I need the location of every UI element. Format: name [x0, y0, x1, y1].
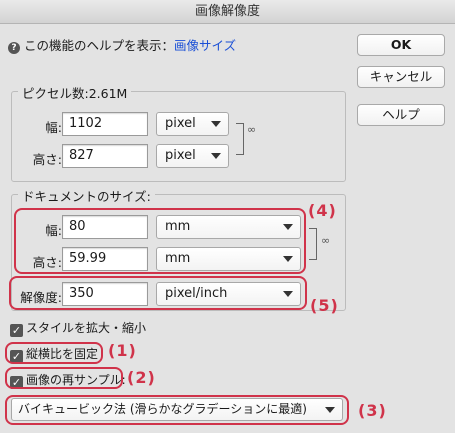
annotation-box-3	[5, 395, 349, 425]
chain-link-icon: ∞	[247, 123, 257, 136]
pixel-width-unit-value: pixel	[165, 116, 196, 131]
pixel-width-unit-select[interactable]: pixel	[156, 112, 229, 136]
help-link[interactable]: 画像サイズ	[174, 38, 236, 53]
chevron-down-icon	[211, 153, 221, 159]
chain-link-icon: ∞	[321, 234, 331, 247]
window-title: 画像解像度	[0, 0, 455, 24]
pixel-height-unit-select[interactable]: pixel	[156, 144, 229, 168]
pixel-dimensions-legend: ピクセル数:2.61M	[18, 83, 132, 102]
annotation-label-5: (5)	[310, 296, 339, 315]
ok-button[interactable]: OK	[357, 34, 445, 56]
help-row: ? この機能のヘルプを表示：画像サイズ	[8, 35, 236, 54]
annotation-label-3: (3)	[358, 401, 387, 420]
pixel-width-input[interactable]: 1102	[62, 112, 148, 136]
annotation-label-2: (2)	[127, 368, 156, 387]
pixel-height-unit-value: pixel	[165, 148, 196, 163]
scale-styles-label: スタイルを拡大・縮小	[26, 321, 147, 335]
doc-link-bracket	[309, 228, 317, 260]
annotation-label-1: (1)	[108, 341, 137, 360]
annotation-box-2	[5, 367, 123, 389]
document-size-legend: ドキュメントのサイズ:	[18, 186, 155, 205]
pixel-dimensions-group	[11, 91, 346, 182]
scale-styles-checkbox[interactable]: ✓ スタイルを拡大・縮小	[10, 319, 147, 337]
cancel-button[interactable]: キャンセル	[357, 66, 445, 88]
pixel-height-label: 高さ:	[32, 152, 62, 167]
help-question-icon: ?	[8, 42, 20, 54]
chevron-down-icon	[211, 121, 221, 127]
annotation-box-5	[9, 276, 307, 310]
annotation-box-4	[14, 208, 306, 274]
pixel-width-label: 幅:	[45, 120, 62, 135]
pixel-height-input[interactable]: 827	[62, 144, 148, 168]
checkmark-icon: ✓	[10, 324, 23, 337]
pixel-link-bracket	[236, 123, 244, 155]
annotation-label-4: (4)	[308, 201, 337, 220]
annotation-box-1	[5, 342, 103, 364]
help-prefix: この機能のヘルプを表示：	[24, 38, 175, 53]
help-button[interactable]: ヘルプ	[357, 104, 445, 126]
